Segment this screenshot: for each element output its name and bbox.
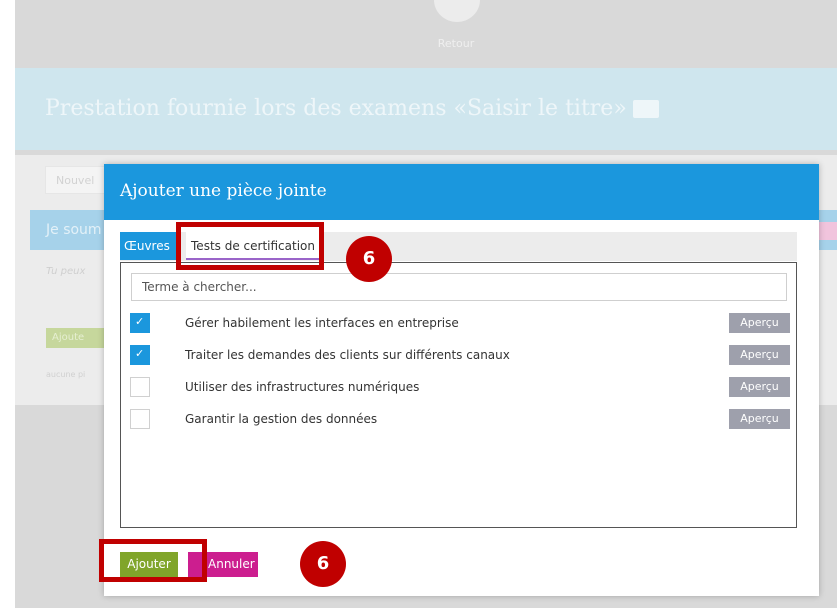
apercu-button[interactable]: Aperçu — [729, 313, 790, 333]
list-item-label: Gérer habilement les interfaces en entre… — [185, 316, 459, 330]
apercu-button[interactable]: Aperçu — [729, 409, 790, 429]
step-badge: 6 — [346, 236, 392, 282]
page-title: Prestation fournie lors des examens «Sai… — [45, 96, 659, 121]
list-item-label: Utiliser des infrastructures numériques — [185, 380, 420, 394]
background-italic-text: Tu peux — [46, 266, 86, 277]
list-item: Utiliser des infrastructures numériques … — [130, 377, 790, 399]
list-item: Garantir la gestion des données Aperçu — [130, 409, 790, 431]
modal-header: Ajouter une pièce jointe — [104, 164, 819, 220]
highlight-box-add-button — [99, 539, 207, 582]
keyboard-icon — [632, 100, 659, 118]
tab-oeuvres[interactable]: Œuvres — [120, 232, 176, 260]
tab-content: Gérer habilement les interfaces en entre… — [120, 262, 797, 528]
background-section-text: Je soum — [46, 222, 102, 238]
checkbox[interactable] — [130, 409, 150, 429]
apercu-button[interactable]: Aperçu — [729, 377, 790, 397]
background-add-button: Ajoute — [46, 328, 106, 348]
page-title-text: Prestation fournie lors des examens «Sai… — [45, 96, 627, 121]
checkbox[interactable] — [130, 377, 150, 397]
apercu-button[interactable]: Aperçu — [729, 345, 790, 365]
background-small-text: aucune pi — [46, 370, 86, 379]
list-item: Gérer habilement les interfaces en entre… — [130, 313, 790, 335]
list-item: Traiter les demandes des clients sur dif… — [130, 345, 790, 367]
back-label[interactable]: Retour — [400, 37, 512, 50]
list-item-label: Garantir la gestion des données — [185, 412, 378, 426]
step-badge: 6 — [300, 541, 346, 587]
search-input[interactable] — [131, 273, 787, 301]
checkbox[interactable] — [130, 345, 150, 365]
list-item-label: Traiter les demandes des clients sur dif… — [185, 348, 510, 362]
checkbox[interactable] — [130, 313, 150, 333]
title-banner: Prestation fournie lors des examens «Sai… — [15, 68, 837, 150]
modal-title: Ajouter une pièce jointe — [120, 181, 327, 201]
highlight-box-tab — [176, 222, 324, 270]
